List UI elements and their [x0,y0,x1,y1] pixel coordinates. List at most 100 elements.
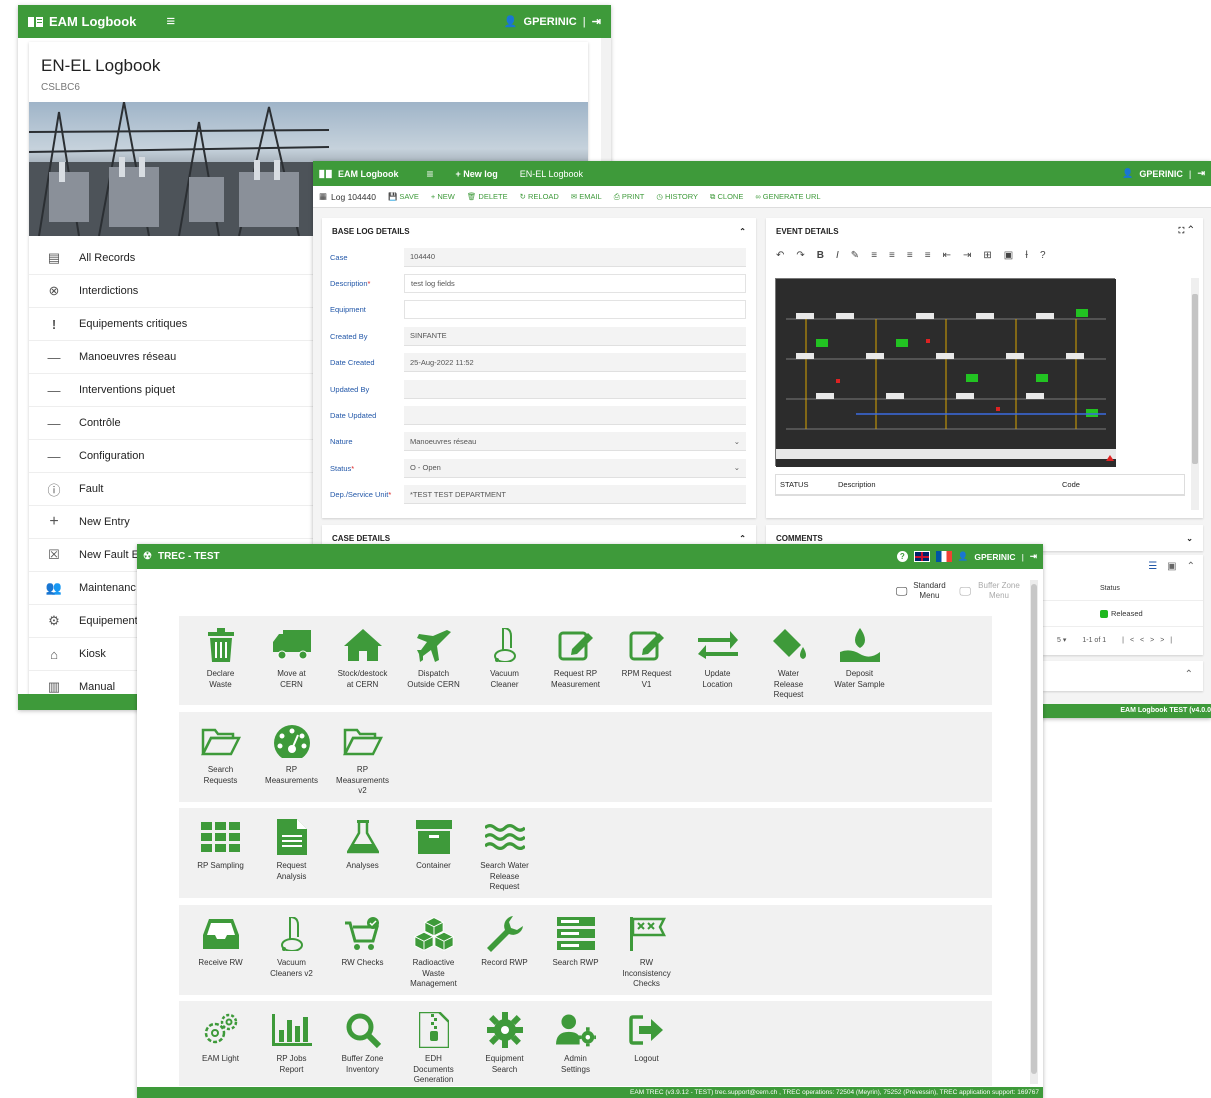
tile-rp-jobs-report[interactable]: RP Jobs Report [256,1001,327,1086]
italic-icon[interactable]: I [836,250,839,261]
tile-deposit-water-sample[interactable]: Deposit Water Sample [824,616,895,705]
tile-request-analysis[interactable]: Request Analysis [256,808,327,898]
tile-record-rwp[interactable]: Record RWP [469,905,540,995]
tile-rw-checks[interactable]: RW Checks [327,905,398,995]
equipment-field[interactable] [404,300,746,320]
chevron-up-icon[interactable]: ⌃ [1187,561,1195,572]
help-icon[interactable]: ? [1040,250,1046,261]
hamburger-icon[interactable]: ≡ [427,167,434,181]
menu-item-equipements-critiques[interactable]: ! Equipements critiques [29,308,329,341]
tile-search-water-release[interactable]: Search Water Release Request [469,808,540,898]
fr-flag-icon[interactable] [935,551,952,562]
menu-item-controle[interactable]: — Contrôle [29,407,329,440]
description-field[interactable]: test log fields [404,274,746,294]
menu-item-interdictions[interactable]: ⊗ Interdictions [29,275,329,308]
tile-admin-settings[interactable]: Admin Settings [540,1001,611,1086]
menu-item-interventions-piquet[interactable]: — Interventions piquet [29,374,329,407]
pager-nav-icons[interactable]: |<<>>| [1122,637,1178,644]
logout-icon[interactable]: ⇥ [592,15,601,28]
reload-button[interactable]: ↻ RELOAD [520,192,559,201]
tile-analyses[interactable]: Analyses [327,808,398,898]
indent-icon[interactable]: ⇥ [963,250,971,261]
tile-rpm-request-v1[interactable]: RPM Request V1 [611,616,682,705]
save-button[interactable]: 💾 SAVE [388,192,419,201]
tile-request-rp-measurement[interactable]: Request RP Measurement [540,616,611,705]
redo-icon[interactable]: ↷ [796,250,804,261]
panel-header[interactable]: BASE LOG DETAILS ⌃ [322,218,756,244]
tile-edh-documents[interactable]: EDH Documents Generation [398,1001,469,1086]
tile-buffer-zone-inventory[interactable]: Buffer Zone Inventory [327,1001,398,1086]
tile-rp-sampling[interactable]: RP Sampling [185,808,256,898]
menu-item-new-entry[interactable]: + New Entry [29,506,329,539]
dep-service-unit-field[interactable]: *TEST TEST DEPARTMENT [404,485,746,505]
tile-dispatch-outside[interactable]: Dispatch Outside CERN [398,616,469,705]
uk-flag-icon[interactable] [913,551,930,562]
align-center-icon[interactable]: ≡ [889,250,895,261]
user-menu[interactable]: 👤 GPERINIC | ⇥ [504,15,601,29]
tile-equipment-search[interactable]: Equipment Search [469,1001,540,1086]
new-button[interactable]: + NEW [431,192,455,201]
logbook-link[interactable]: EN-EL Logbook [520,169,583,179]
app-brand[interactable]: EAM Logbook [28,14,136,29]
user-name[interactable]: GPERINIC [974,552,1015,562]
hamburger-icon[interactable]: ≡ [166,13,175,30]
trec-brand[interactable]: ☢ TREC - TEST [143,551,220,562]
trec-scrollbar[interactable] [1030,580,1038,1084]
chevron-down-icon[interactable]: ⌄ [1186,534,1193,543]
buffer-zone-menu-button[interactable]: 🖵 Buffer Zone Menu [959,581,1023,601]
list-view-icon[interactable]: ☰ [1148,561,1157,572]
tile-eam-light[interactable]: EAM Light [185,1001,256,1086]
collapsed-panel[interactable]: ⌃ [1043,661,1203,691]
tile-vacuum-cleaner[interactable]: Vacuum Cleaner [469,616,540,705]
history-button[interactable]: ◷ HISTORY [656,192,698,201]
clone-button[interactable]: ⧉ CLONE [710,192,743,202]
scrollbar-thumb[interactable] [1031,584,1037,1074]
generate-url-button[interactable]: ∞ GENERATE URL [755,192,820,201]
menu-item-fault[interactable]: ⓘ Fault [29,473,329,506]
tile-declare-waste[interactable]: Declare Waste [185,616,256,705]
rows-per-page-select[interactable]: 5 ▾ [1057,636,1066,644]
tile-search-rwp[interactable]: Search RWP [540,905,611,995]
panel-header[interactable]: EVENT DETAILS ⛶ ⌃ [766,218,1203,244]
menu-item-all-records[interactable]: ▤ All Records [29,242,329,275]
delete-button[interactable]: 🗑 DELETE [467,192,508,201]
chevron-up-icon[interactable]: ⌃ [739,227,746,236]
align-left-icon[interactable]: ≡ [871,250,877,261]
outdent-icon[interactable]: ⇤ [943,250,951,261]
event-scrollbar[interactable] [1191,278,1199,510]
table-icon[interactable]: ⊞ [983,250,991,261]
logout-icon[interactable]: ⇥ [1030,551,1037,562]
tile-update-location[interactable]: Update Location [682,616,753,705]
tile-vacuum-cleaners-v2[interactable]: Vacuum Cleaners v2 [256,905,327,995]
tile-search-requests[interactable]: Search Requests [185,712,256,802]
tile-logout[interactable]: Logout [611,1001,682,1086]
bold-icon[interactable]: B [817,250,824,261]
menu-item-manoeuvres-reseau[interactable]: — Manoeuvres réseau [29,341,329,374]
status-select[interactable]: O - Open ⌄ [404,458,746,478]
chevron-up-icon[interactable]: ⌃ [1189,226,1193,235]
export-icon[interactable]: ▣ [1167,561,1176,572]
new-log-link[interactable]: + New log [456,169,498,179]
fullscreen-icon[interactable]: ⛶ [1179,226,1185,235]
standard-menu-button[interactable]: 🖵 Standard Menu [896,581,948,601]
tile-move-at-cern[interactable]: Move at CERN [256,616,327,705]
tile-receive-rw[interactable]: Receive RW [185,905,256,995]
tile-stock-destock[interactable]: Stock/destock at CERN [327,616,398,705]
tile-water-release-request[interactable]: Water Release Request [753,616,824,705]
logout-icon[interactable]: ⇥ [1197,168,1205,179]
nature-select[interactable]: Manoeuvres réseau ⌄ [404,432,746,452]
undo-icon[interactable]: ↶ [776,250,784,261]
print-button[interactable]: ⎙ PRINT [614,192,645,202]
align-right-icon[interactable]: ≡ [907,250,913,261]
tile-rp-measurements-v2[interactable]: RP Measurements v2 [327,712,398,802]
tile-radioactive-waste-management[interactable]: Radioactive Waste Management [398,905,469,995]
app-brand[interactable]: EAM Logbook [319,169,399,179]
chevron-up-icon[interactable]: ⌃ [739,534,746,543]
align-justify-icon[interactable]: ≡ [925,250,931,261]
menu-item-configuration[interactable]: — Configuration [29,440,329,473]
tile-rw-inconsistency-checks[interactable]: RW Inconsistency Checks [611,905,682,995]
user-menu[interactable]: 👤 GPERINIC | ⇥ [1122,168,1205,179]
email-button[interactable]: ✉ EMAIL [571,192,602,201]
highlight-icon[interactable]: ✎ [851,250,859,261]
help-icon[interactable]: ? [896,551,908,562]
